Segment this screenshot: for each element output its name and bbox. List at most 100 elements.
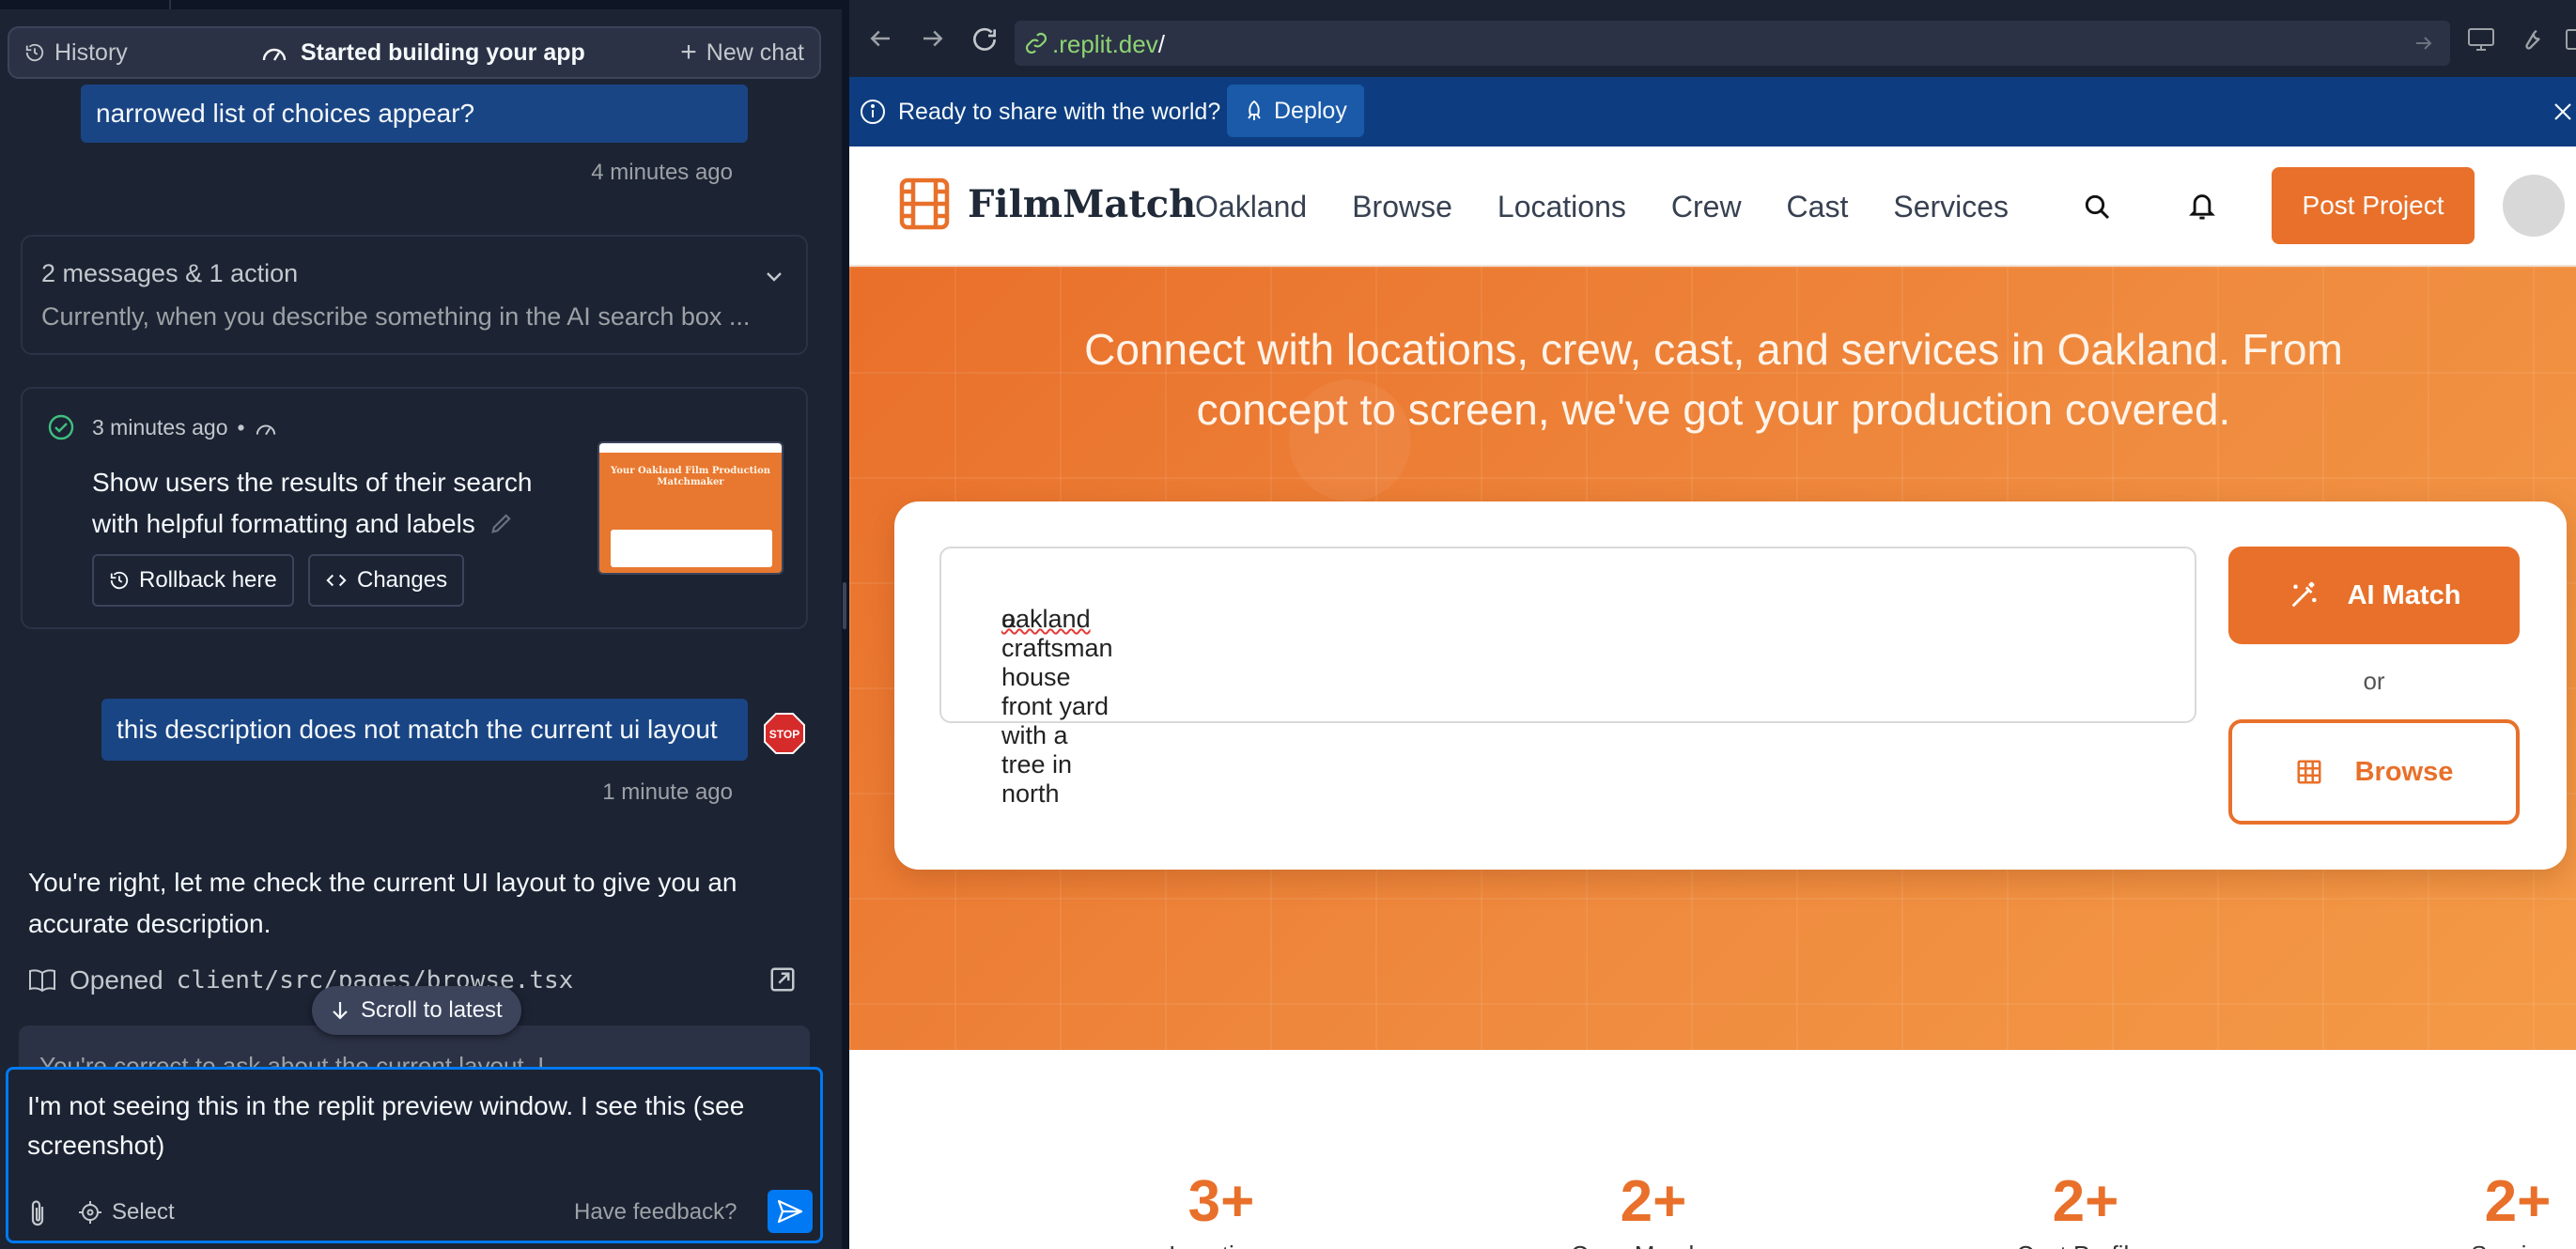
user-message: this description does not match the curr…	[101, 699, 748, 761]
crosshair-icon	[79, 1201, 101, 1224]
history-label: History	[54, 39, 128, 66]
history-icon	[110, 571, 129, 590]
history-icon	[25, 43, 44, 62]
deploy-button[interactable]: Deploy	[1227, 85, 1364, 137]
go-arrow-icon[interactable]	[2413, 32, 2435, 54]
opened-label: Opened	[70, 965, 163, 995]
chat-input[interactable]: I'm not seeing this in the replit previe…	[6, 1067, 823, 1243]
paperclip-icon[interactable]	[27, 1199, 50, 1227]
checkpoint-thumbnail[interactable]: Your Oakland Film Production Matchmaker	[597, 441, 784, 575]
panel-splitter[interactable]	[842, 0, 849, 1249]
browser-toolbar: .replit.dev/	[849, 0, 2576, 77]
check-circle-icon	[48, 414, 74, 440]
stat-label: Crew Members	[1513, 1241, 1794, 1249]
thumbnail-nav	[599, 443, 782, 453]
film-strip-icon	[899, 177, 950, 230]
preview-panel: .replit.dev/ Ready to share with the wor…	[849, 0, 2576, 1249]
wrench-icon[interactable]	[2518, 26, 2544, 53]
nav-link-oakland[interactable]: Oakland	[1195, 190, 1307, 224]
brand-name: FilmMatch	[968, 181, 1197, 226]
gauge-icon	[256, 424, 275, 435]
nav-link-crew[interactable]: Crew	[1671, 190, 1742, 224]
thumbnail-searchbox	[611, 530, 772, 567]
arrow-down-icon	[333, 1002, 348, 1020]
checkpoint-description-text: Show users the results of their search w…	[92, 468, 533, 538]
deploy-label: Deploy	[1274, 97, 1347, 124]
link-icon	[1025, 32, 1047, 54]
open-external-icon[interactable]	[768, 965, 797, 994]
rollback-button[interactable]: Rollback here	[92, 554, 294, 607]
chat-title-text: Started building your app	[301, 39, 585, 66]
avatar[interactable]	[2503, 175, 2565, 237]
stop-sign-icon: STOP	[764, 713, 805, 754]
message-timestamp: 1 minute ago	[602, 779, 733, 805]
search-text-start: a craftsman house front yard with a tree…	[1001, 605, 1113, 808]
scroll-to-latest-button[interactable]: Scroll to latest	[312, 986, 521, 1035]
ai-match-label: AI Match	[2347, 579, 2461, 610]
code-icon	[326, 574, 347, 587]
send-icon	[777, 1199, 803, 1224]
stat-item: 2+ Services	[2377, 1168, 2576, 1249]
new-chat-button[interactable]: + New chat	[680, 28, 804, 77]
feedback-link[interactable]: Have feedback?	[574, 1194, 737, 1231]
forward-arrow-icon[interactable]	[919, 24, 947, 53]
nav-link-browse[interactable]: Browse	[1352, 190, 1452, 224]
select-element-button[interactable]: Select	[78, 1194, 175, 1231]
banner-message: Ready to share with the world?	[898, 98, 1221, 125]
stat-value: 2+	[2484, 1169, 2552, 1234]
search-icon[interactable]	[2082, 192, 2112, 222]
url-domain: .replit.dev	[1052, 30, 1158, 58]
grid-icon	[2297, 760, 2321, 784]
new-chat-label: New chat	[706, 39, 804, 66]
url-text[interactable]: .replit.dev/	[1052, 30, 1165, 59]
nav-link-locations[interactable]: Locations	[1497, 190, 1626, 224]
devices-icon[interactable]	[2467, 26, 2495, 53]
message-timestamp: 4 minutes ago	[591, 160, 733, 185]
chevron-down-icon[interactable]	[763, 265, 785, 287]
meta-separator: •	[237, 415, 245, 439]
stat-item: 3+ Locations	[1080, 1168, 1362, 1249]
chat-header: History Started building your app + New …	[8, 26, 821, 79]
brand-logo[interactable]: FilmMatch	[898, 177, 1196, 231]
assistant-message: You're right, let me check the current U…	[28, 868, 737, 938]
select-label: Select	[112, 1199, 175, 1225]
user-message-text: narrowed list of choices appear?	[96, 99, 475, 128]
stats-section: 3+ Locations 2+ Crew Members 2+ Cast Pro…	[849, 1050, 2576, 1249]
search-text-misspelled: oakland	[1001, 605, 1091, 633]
nav-link-services[interactable]: Services	[1893, 190, 2009, 224]
collapsed-actions-title: 2 messages & 1 action	[41, 259, 299, 287]
ai-match-button[interactable]: AI Match	[2228, 547, 2520, 644]
user-message: narrowed list of choices appear?	[81, 85, 748, 143]
site-nav-links: Oakland Browse Locations Crew Cast Servi…	[1195, 146, 2054, 267]
top-strip	[0, 0, 842, 9]
url-bar[interactable]: .replit.dev/	[1015, 21, 2450, 66]
bell-icon[interactable]	[2187, 190, 2217, 222]
nav-link-cast[interactable]: Cast	[1787, 190, 1849, 224]
search-card: a craftsman house front yard with a tree…	[894, 501, 2567, 870]
stat-label: Locations	[1080, 1241, 1362, 1249]
reload-icon[interactable]	[970, 24, 1000, 54]
chat-input-text[interactable]: I'm not seeing this in the replit previe…	[27, 1087, 798, 1165]
browse-button[interactable]: Browse	[2228, 719, 2520, 825]
collapsed-actions-card[interactable]: 2 messages & 1 action Currently, when yo…	[21, 235, 808, 355]
stat-value: 2+	[2052, 1169, 2119, 1234]
post-project-button[interactable]: Post Project	[2272, 167, 2475, 244]
chat-title[interactable]: Started building your app	[261, 28, 585, 77]
history-button[interactable]: History	[24, 28, 128, 77]
scroll-to-latest-label: Scroll to latest	[361, 997, 503, 1023]
checkpoint-description: Show users the results of their search w…	[92, 462, 581, 545]
back-arrow-icon[interactable]	[866, 24, 894, 53]
stat-label: Services	[2377, 1241, 2576, 1249]
stat-item: 2+ Cast Profiles	[1945, 1168, 2227, 1249]
hero-tagline: Connect with locations, crew, cast, and …	[1084, 325, 2343, 434]
pencil-icon[interactable]	[489, 510, 515, 536]
close-icon[interactable]	[2550, 98, 2576, 126]
checkpoint-time: 3 minutes ago	[92, 415, 228, 439]
changes-button[interactable]: Changes	[308, 554, 465, 607]
changes-label: Changes	[357, 567, 448, 593]
splitter-grip[interactable]	[843, 582, 846, 629]
search-input[interactable]: a craftsman house front yard with a tree…	[939, 547, 2196, 808]
send-button[interactable]	[768, 1190, 813, 1233]
panel-icon[interactable]	[2565, 26, 2576, 53]
hero-section: Connect with locations, crew, cast, and …	[849, 267, 2576, 1050]
